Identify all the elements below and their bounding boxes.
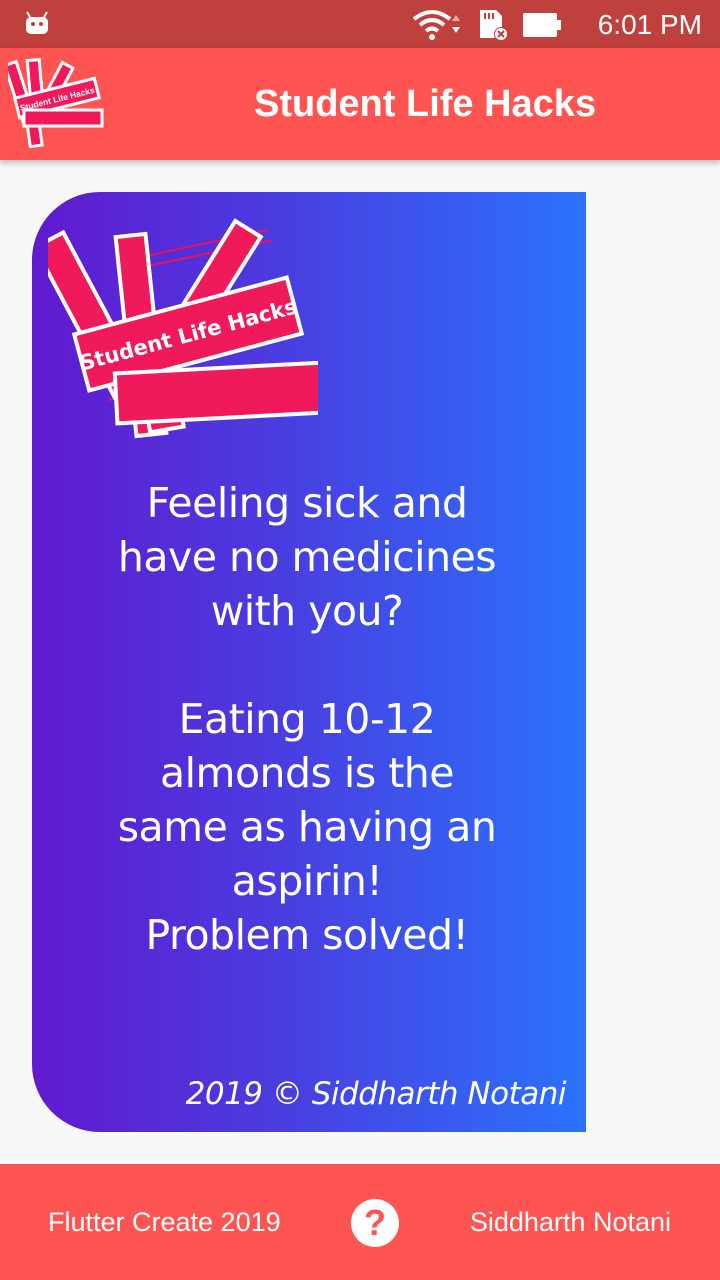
battery-icon (523, 13, 561, 37)
app-logo[interactable]: Student Life Hacks (8, 58, 104, 148)
app-bar: Student Life Hacks Student Life Hacks (0, 48, 720, 160)
card-logo: Student Life Hacks (48, 218, 318, 439)
status-icons (412, 8, 564, 42)
hack-text: Feeling sick and have no medicines with … (117, 479, 497, 959)
wifi-icon (412, 10, 460, 40)
android-icon (26, 11, 48, 34)
card-credit: 2019 © Siddharth Notani (185, 1076, 567, 1112)
flutter-create-label: Flutter Create 2019 (48, 1207, 281, 1237)
author-label: Siddharth Notani (469, 1207, 671, 1237)
hack-card[interactable]: Student Life Hacks Feeling sick and have… (32, 192, 586, 1132)
sd-card-icon (480, 10, 508, 41)
help-icon[interactable]: ? (351, 1199, 399, 1247)
bottom-bar: Flutter Create 2019 ? Siddharth Notani (0, 1164, 720, 1280)
status-bar: 6:01 PM (0, 0, 720, 48)
page-title: Student Life Hacks (254, 83, 597, 125)
status-time: 6:01 PM (597, 9, 702, 40)
